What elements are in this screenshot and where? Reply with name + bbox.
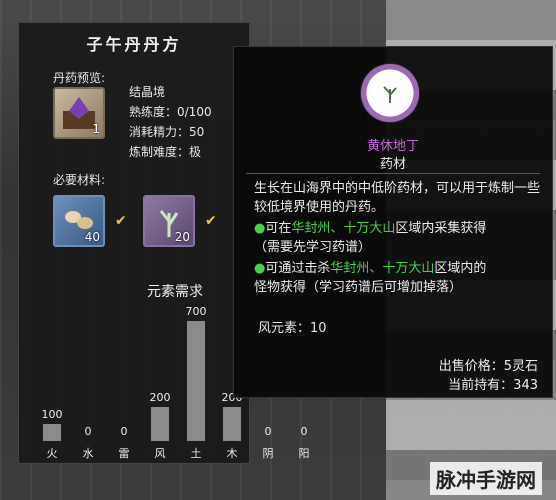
element-label-4: 土 (190, 447, 202, 460)
item-name: 黄休地丁 (366, 139, 419, 154)
stat-difficulty: 炼制难度：极 (129, 145, 202, 159)
material-slot-herb[interactable]: 20 (143, 195, 195, 247)
element-value-2: 0 (120, 425, 128, 438)
recipe-title: 子午丹丹方 (86, 35, 182, 54)
stat-energy: 消耗精力：50 (129, 125, 205, 139)
current-holding: 当前持有：343 (448, 378, 538, 393)
element-label-0: 火 (46, 447, 58, 460)
element-value-7: 0 (300, 425, 308, 438)
element-bar-4 (187, 321, 205, 441)
element-label-3: 风 (154, 447, 166, 460)
divider (246, 173, 540, 174)
bullet-icon: ● (254, 221, 266, 236)
material-count-seed: 40 (84, 230, 100, 244)
element-label-5: 木 (226, 447, 238, 460)
stat-realm: 结晶境 (129, 85, 166, 99)
check-icon: ✔ (115, 213, 127, 229)
element-value-4: 700 (185, 305, 207, 318)
watermark: 脉冲手游网 (430, 462, 542, 495)
material-count-herb: 20 (174, 230, 190, 244)
output-item-slot[interactable]: 1 (53, 87, 105, 139)
element-bar-3 (151, 407, 169, 441)
herb-emblem (360, 63, 420, 123)
element-label-6: 阴 (262, 447, 274, 460)
source-place-1: 华封州、十万大山 (291, 221, 396, 236)
plant-icon (383, 86, 397, 103)
element-bar-0 (43, 424, 61, 441)
element-label-2: 雷 (118, 447, 130, 460)
source-line-2: ●可通过击杀华封州、十万大山区域内的 怪物获得（学习药谱后可增加掉落） (254, 261, 487, 295)
output-item-count: 1 (92, 122, 100, 136)
element-value-6: 0 (264, 425, 272, 438)
stat-proficiency: 熟练度：0/100 (129, 105, 212, 119)
recipe-panel: 子午丹丹方 丹药预览: 1 结晶境 熟练度：0/100 消耗精力：50 炼制难度… (18, 22, 310, 464)
check-icon: ✔ (205, 213, 217, 229)
sell-price: 出售价格：5灵石 (438, 359, 538, 374)
preview-label: 丹药预览: (53, 71, 106, 85)
element-label-7: 阳 (298, 447, 310, 460)
source-note-2: 怪物获得（学习药谱后可增加掉落） (254, 280, 463, 295)
element-bar-5 (223, 407, 241, 441)
element-label-1: 水 (82, 447, 94, 460)
elements-title: 元素需求 (147, 284, 203, 300)
element-value-1: 0 (84, 425, 92, 438)
element-value-3: 200 (149, 391, 171, 404)
item-type: 药材 (379, 157, 406, 172)
bullet-icon: ● (254, 261, 266, 276)
source-note-1: （需要先学习药谱） (254, 240, 372, 255)
wind-element: 风元素：10 (258, 321, 327, 336)
item-description: 生长在山海界中的中低阶药材，可以用于炼制一些较低境界使用的丹药。 (254, 181, 541, 215)
source-place-2: 华封州、十万大山 (330, 261, 435, 276)
materials-label: 必要材料: (53, 173, 106, 187)
item-tooltip: 黄休地丁 药材 生长在山海界中的中低阶药材，可以用于炼制一些较低境界使用的丹药。… (233, 46, 553, 398)
material-slot-seed[interactable]: 40 (53, 195, 105, 247)
source-line-1: ●可在华封州、十万大山区域内采集获得 （需要先学习药谱） (254, 221, 487, 255)
element-value-0: 100 (41, 408, 63, 421)
